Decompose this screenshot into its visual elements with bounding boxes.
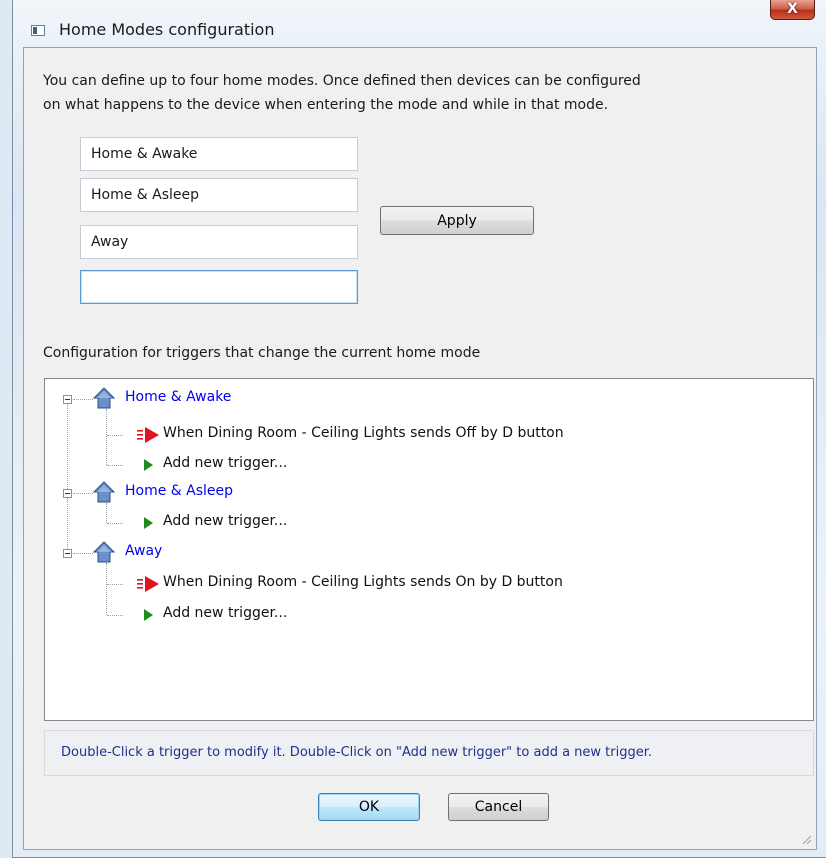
- triggers-section-label: Configuration for triggers that change t…: [43, 345, 481, 361]
- trigger-item[interactable]: When Dining Room - Ceiling Lights sends …: [163, 425, 564, 441]
- red-arrow-icon: [137, 576, 159, 592]
- tree-leaf-connector: [107, 435, 123, 436]
- mode-node-home-awake[interactable]: Home & Awake: [125, 389, 231, 405]
- collapse-toggle-1[interactable]: [63, 395, 72, 404]
- green-triangle-icon: [144, 517, 153, 529]
- house-icon: [93, 541, 115, 563]
- house-icon: [93, 481, 115, 503]
- cancel-button[interactable]: Cancel: [448, 793, 549, 821]
- tree-root-connector: [67, 399, 68, 553]
- tree-node-connector: [73, 399, 93, 400]
- dialog-content: You can define up to four home modes. On…: [23, 47, 817, 850]
- app-window-icon: [31, 25, 45, 36]
- red-arrow-icon: [137, 427, 159, 443]
- collapse-toggle-2[interactable]: [63, 489, 72, 498]
- tree-leaf-connector: [107, 523, 123, 524]
- tree-node-connector: [73, 493, 93, 494]
- tree-leaf-connector: [107, 584, 123, 585]
- mode-node-away[interactable]: Away: [125, 543, 162, 559]
- resize-grip-icon[interactable]: [800, 833, 812, 845]
- apply-button[interactable]: Apply: [380, 206, 534, 235]
- add-trigger-item[interactable]: Add new trigger...: [163, 455, 287, 471]
- hint-panel: Double-Click a trigger to modify it. Dou…: [44, 730, 814, 776]
- intro-line-1: You can define up to four home modes. On…: [43, 73, 641, 89]
- tree-leaf-connector: [107, 615, 123, 616]
- intro-line-2: on what happens to the device when enter…: [43, 97, 609, 113]
- mode-name-field-1[interactable]: [80, 137, 358, 171]
- window-title: Home Modes configuration: [59, 20, 275, 39]
- ok-button[interactable]: OK: [318, 793, 420, 821]
- collapse-toggle-3[interactable]: [63, 549, 72, 558]
- add-trigger-item[interactable]: Add new trigger...: [163, 513, 287, 529]
- trigger-item[interactable]: When Dining Room - Ceiling Lights sends …: [163, 574, 563, 590]
- close-button[interactable]: X: [770, 0, 815, 20]
- tree-branch-connector-3: [106, 563, 107, 615]
- mode-node-home-asleep[interactable]: Home & Asleep: [125, 483, 233, 499]
- mode-name-field-4[interactable]: [80, 270, 358, 304]
- intro-text: You can define up to four home modes. On…: [43, 69, 641, 117]
- dialog-window: Home Modes configuration X You can defin…: [12, 0, 826, 858]
- add-trigger-item[interactable]: Add new trigger...: [163, 605, 287, 621]
- tree-leaf-connector: [107, 465, 123, 466]
- green-triangle-icon: [144, 459, 153, 471]
- house-icon: [93, 387, 115, 409]
- tree-node-connector: [73, 553, 93, 554]
- mode-name-field-3[interactable]: [80, 225, 358, 259]
- hint-text: Double-Click a trigger to modify it. Dou…: [61, 745, 653, 760]
- green-triangle-icon: [144, 609, 153, 621]
- mode-name-field-2[interactable]: [80, 178, 358, 212]
- triggers-tree[interactable]: Home & Awake When Dining Room - Ceiling …: [44, 378, 814, 721]
- tree-branch-connector-2: [106, 503, 107, 523]
- title-bar[interactable]: Home Modes configuration X: [13, 0, 826, 48]
- tree-branch-connector-1: [106, 409, 107, 465]
